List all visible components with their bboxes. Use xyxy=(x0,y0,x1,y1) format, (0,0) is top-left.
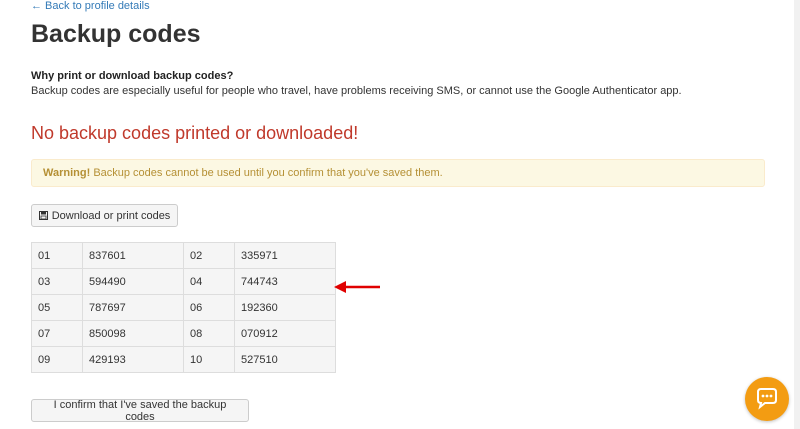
info-heading: Why print or download backup codes? xyxy=(31,70,234,82)
warning-alert: Warning! Backup codes cannot be used unt… xyxy=(31,159,765,187)
backup-codes-table: 01 837601 02 335971 03 594490 04 744743 05 787697… xyxy=(31,242,336,373)
status-message: No backup codes printed or downloaded! xyxy=(31,123,359,143)
chat-bubble-icon[interactable] xyxy=(745,377,789,421)
floppy-disk-icon xyxy=(38,211,48,220)
backup-code-value: 744743 xyxy=(234,268,336,295)
table-row: 03 594490 04 744743 xyxy=(31,268,336,295)
warning-text: Backup codes cannot be used until you co… xyxy=(93,167,443,179)
info-text: Backup codes are especially useful for p… xyxy=(31,85,682,97)
code-number: 09 xyxy=(31,346,83,373)
code-number: 05 xyxy=(31,294,83,321)
red-arrow-icon xyxy=(334,281,380,293)
download-button-label: Download or print codes xyxy=(51,209,171,222)
backup-code-value: 527510 xyxy=(234,346,336,373)
code-number: 06 xyxy=(183,294,235,321)
page-title: Backup codes xyxy=(31,20,201,48)
code-number: 07 xyxy=(31,320,83,347)
code-number: 02 xyxy=(183,242,235,269)
backup-code-value: 787697 xyxy=(82,294,184,321)
table-row: 09 429193 10 527510 xyxy=(31,346,336,373)
backup-code-value: 335971 xyxy=(234,242,336,269)
page-scrollbar[interactable] xyxy=(794,0,800,429)
code-number: 03 xyxy=(31,268,83,295)
warning-label: Warning! xyxy=(43,167,91,179)
code-number: 01 xyxy=(31,242,83,269)
back-to-profile-link[interactable]: ← Back to profile details xyxy=(31,0,150,13)
backup-code-value: 429193 xyxy=(82,346,184,373)
download-or-print-button[interactable]: Download or print codes xyxy=(31,204,178,227)
table-row: 05 787697 06 192360 xyxy=(31,294,336,321)
code-number: 10 xyxy=(183,346,235,373)
code-number: 08 xyxy=(183,320,235,347)
table-row: 07 850098 08 070912 xyxy=(31,320,336,347)
table-row: 01 837601 02 335971 xyxy=(31,242,336,269)
backup-code-value: 192360 xyxy=(234,294,336,321)
backup-code-value: 850098 xyxy=(82,320,184,347)
confirm-saved-codes-button[interactable]: I confirm that I've saved the backup cod… xyxy=(31,399,249,423)
backup-code-value: 837601 xyxy=(82,242,184,269)
code-number: 04 xyxy=(183,268,235,295)
backup-code-value: 594490 xyxy=(82,268,184,295)
backup-code-value: 070912 xyxy=(234,320,336,347)
